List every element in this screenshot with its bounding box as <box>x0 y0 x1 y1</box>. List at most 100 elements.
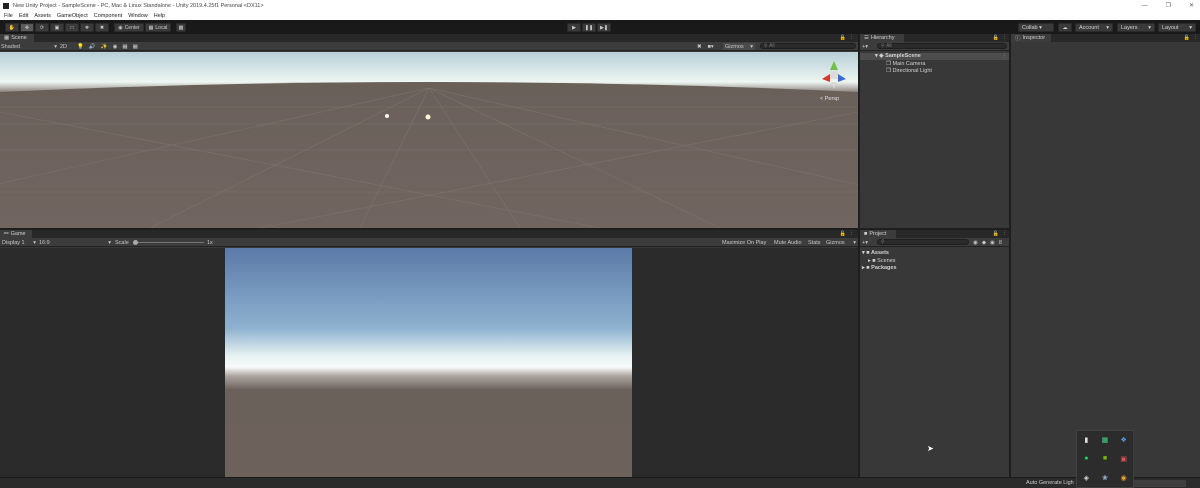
chevron-down-icon: ▾ <box>853 239 856 246</box>
space-toggle[interactable]: ▦ Local <box>145 23 171 32</box>
account-dropdown[interactable]: Account ▾ <box>1075 23 1113 32</box>
app-red-icon[interactable]: ▣ <box>1120 455 1127 463</box>
move-tool-icon[interactable]: ✥ <box>20 23 34 32</box>
expand-arrow-icon[interactable]: ▾ <box>875 53 878 59</box>
usb-icon[interactable]: ▮ <box>1084 436 1088 444</box>
audio-icon[interactable]: 🔊 <box>89 44 96 50</box>
project-folder-packages[interactable]: ▸ ■ Packages <box>862 265 897 271</box>
snap-icon[interactable]: ▩ <box>176 23 186 32</box>
lock-icon[interactable]: 🔓 <box>840 35 846 41</box>
play-icon[interactable]: ▶ <box>567 23 581 32</box>
hierarchy-search-input[interactable]: ⚲ All <box>877 43 1007 49</box>
hierarchy-item-main-camera[interactable]: ❐ Main Camera <box>886 61 925 67</box>
panel-menu-icon[interactable]: ⋮ <box>1002 34 1007 40</box>
play-controls: ▶ ❚❚ ▶❚ <box>567 23 611 32</box>
tab-hierarchy[interactable]: ☰ Hierarchy <box>860 34 904 42</box>
camera-settings-icon[interactable]: ■▾ <box>708 44 714 50</box>
minimize-icon[interactable]: — <box>1142 3 1148 9</box>
pivot-toggle[interactable]: ◉ Center <box>114 23 144 32</box>
app-green-icon[interactable]: ▦ <box>1102 436 1109 444</box>
status-text: Auto Generate Ligh <box>1026 480 1074 486</box>
chevron-down-icon: ▾ <box>750 43 753 50</box>
game-render[interactable] <box>225 248 632 477</box>
lock-icon[interactable]: 🔓 <box>993 231 999 237</box>
tab-game[interactable]: ⚯ Game <box>0 230 32 238</box>
tab-inspector[interactable]: ⓘ Inspector <box>1011 34 1051 42</box>
menu-help[interactable]: Help <box>154 13 165 19</box>
hidden-objects-icon[interactable]: ◉ <box>113 44 118 50</box>
scene-search-input[interactable]: ⚲ All <box>760 43 856 49</box>
tools-icon[interactable]: ✖ <box>697 44 702 50</box>
menu-assets[interactable]: Assets <box>34 13 51 19</box>
custom-tool-icon[interactable]: ✖ <box>95 23 109 32</box>
hidden-count: 8 <box>998 239 1002 246</box>
maximize-icon[interactable]: ❐ <box>1166 2 1171 9</box>
project-folder-assets[interactable]: ▾ ■ Assets <box>862 250 889 256</box>
folder-icon: ■ <box>864 231 868 237</box>
spotify-icon[interactable]: ● <box>1084 455 1088 462</box>
panel-menu-icon[interactable]: ⋮ <box>1002 230 1007 236</box>
app-blue-icon[interactable]: ❖ <box>1121 436 1127 444</box>
lighting-icon[interactable]: 💡 <box>77 44 84 50</box>
slider-handle[interactable] <box>133 240 138 245</box>
menu-window[interactable]: Window <box>128 13 148 19</box>
menu-gameobject[interactable]: GameObject <box>57 13 88 19</box>
create-button[interactable]: +▾ <box>862 43 868 50</box>
app-light-icon[interactable]: ❀ <box>1102 474 1108 482</box>
collab-dropdown[interactable]: Collab ▾ <box>1018 23 1054 32</box>
persp-label[interactable]: < Persp <box>820 96 839 102</box>
panel-menu-icon[interactable]: ⋮ <box>849 230 854 236</box>
rotate-tool-icon[interactable]: ⟳ <box>35 23 49 32</box>
game-gizmos-dropdown[interactable]: Gizmos ▾ <box>826 239 856 246</box>
scene-viewport[interactable]: < Persp <box>0 52 858 228</box>
nvidia-icon[interactable]: ■ <box>1103 455 1107 462</box>
lock-icon[interactable]: 🔓 <box>1184 35 1190 41</box>
2d-toggle[interactable]: 2D <box>60 43 67 50</box>
scale-slider[interactable] <box>133 239 204 246</box>
display-dropdown[interactable]: Display 1 ▾ <box>2 239 36 246</box>
collapse-arrow-icon[interactable]: ▸ <box>868 258 871 264</box>
project-search-input[interactable]: ⚲ <box>877 239 969 245</box>
filter-type-icon[interactable]: ◉ <box>973 240 978 246</box>
menu-component[interactable]: Component <box>94 13 122 19</box>
scene-render <box>0 52 858 228</box>
shading-dropdown[interactable]: Shaded ▾ <box>1 43 57 50</box>
menu-edit[interactable]: Edit <box>19 13 28 19</box>
tab-project[interactable]: ■ Project <box>860 230 896 238</box>
layers-dropdown[interactable]: Layers ▾ <box>1117 23 1155 32</box>
menu-file[interactable]: File <box>4 13 13 19</box>
transform-tool-icon[interactable]: ❖ <box>80 23 94 32</box>
grid-icon[interactable]: ▦ <box>133 44 138 50</box>
aspect-dropdown[interactable]: 16:9 ▾ <box>39 239 111 246</box>
cloud-icon[interactable]: ☁ <box>1058 23 1072 32</box>
step-icon[interactable]: ▶❚ <box>597 23 611 32</box>
hierarchy-item-directional-light[interactable]: ❐ Directional Light <box>886 68 932 74</box>
gizmos-dropdown[interactable]: Gizmos ▾ <box>723 43 755 50</box>
scene-menu-icon[interactable]: ⋮ <box>1002 53 1007 59</box>
pause-icon[interactable]: ❚❚ <box>582 23 596 32</box>
lock-icon[interactable]: 🔓 <box>840 231 846 237</box>
close-icon[interactable]: ✕ <box>1189 2 1194 9</box>
hand-tool-icon[interactable]: ✋ <box>5 23 19 32</box>
scale-tool-icon[interactable]: ▣ <box>50 23 64 32</box>
project-folder-scenes[interactable]: ▸ ■ Scenes <box>868 258 896 264</box>
maximize-on-play-toggle[interactable]: Maximize On Play <box>722 239 766 246</box>
effects-icon[interactable]: ✨ <box>101 44 108 50</box>
panel-menu-icon[interactable]: ⋮ <box>1193 34 1198 40</box>
tab-scene[interactable]: ▦ Scene <box>0 34 34 42</box>
camera-icon[interactable]: ▦ <box>122 44 127 50</box>
collapse-arrow-icon[interactable]: ▸ <box>862 265 865 271</box>
create-button[interactable]: +▾ <box>862 239 868 246</box>
filter-label-icon[interactable]: ◆ <box>982 240 986 246</box>
lock-icon[interactable]: 🔓 <box>993 35 999 41</box>
chrome-icon[interactable]: ◉ <box>1121 474 1127 482</box>
unity-hub-icon[interactable]: ◈ <box>1084 474 1089 482</box>
layout-dropdown[interactable]: Layout ▾ <box>1158 23 1196 32</box>
panel-menu-icon[interactable]: ⋮ <box>849 34 854 40</box>
scene-row[interactable]: ▾ ◈ SampleScene ⋮ <box>860 53 1009 60</box>
expand-arrow-icon[interactable]: ▾ <box>862 250 865 256</box>
eye-icon[interactable]: ◉ <box>990 240 995 246</box>
mute-audio-toggle[interactable]: Mute Audio <box>774 239 802 246</box>
rect-tool-icon[interactable]: □ <box>65 23 79 32</box>
stats-toggle[interactable]: Stats <box>808 239 821 246</box>
